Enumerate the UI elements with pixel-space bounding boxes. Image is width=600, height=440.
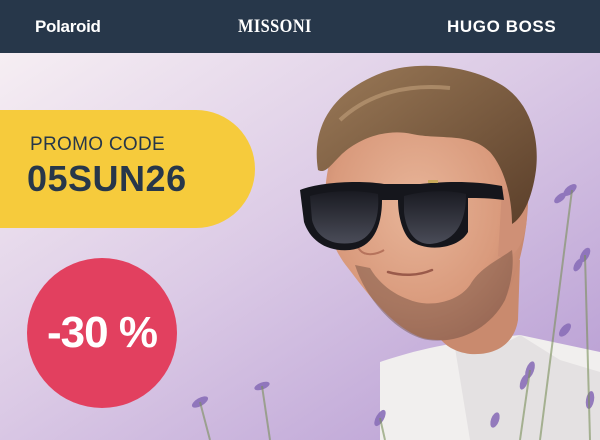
- brand-bar: Polaroid MISSONI HUGO BOSS: [0, 0, 600, 53]
- promo-banner[interactable]: Polaroid MISSONI HUGO BOSS PROMO CODE 05…: [0, 0, 600, 440]
- promo-code-value: 05SUN26: [27, 158, 187, 199]
- brand-logo-missoni[interactable]: MISSONI: [238, 0, 312, 53]
- discount-badge-text: -30 %: [47, 308, 158, 357]
- brand-logo-polaroid[interactable]: Polaroid: [35, 0, 101, 53]
- promo-code-label: PROMO CODE: [30, 134, 165, 155]
- brand-logo-hugo-boss[interactable]: HUGO BOSS: [447, 0, 556, 53]
